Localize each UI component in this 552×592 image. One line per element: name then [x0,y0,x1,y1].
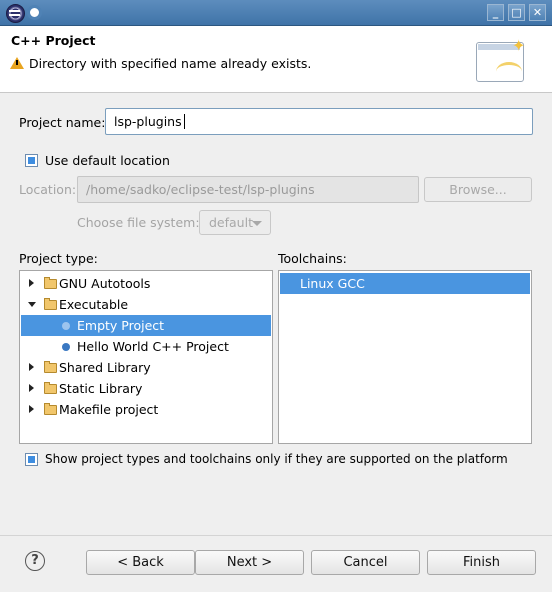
tree-item-hello-world-cpp[interactable]: Hello World C++ Project [21,336,271,357]
warning-icon-mark [16,60,18,65]
chevron-right-icon[interactable] [29,279,34,287]
location-value: /home/sadko/eclipse-test/lsp-plugins [86,182,315,197]
tree-item-label: Static Library [59,381,143,396]
folder-icon [44,403,57,415]
help-icon[interactable]: ? [25,551,45,571]
toolchain-item-linux-gcc[interactable]: Linux GCC [280,273,530,294]
window-titlebar: _ □ ✕ [0,0,552,26]
use-default-location-checkbox[interactable] [25,154,38,167]
project-type-tree[interactable]: GNU Autotools Executable Empty Project H… [19,270,273,444]
footer-divider [0,535,552,536]
toolchains-list[interactable]: Linux GCC [278,270,532,444]
eclipse-icon[interactable] [6,4,25,23]
close-button[interactable]: ✕ [529,4,546,21]
file-system-value: default [209,215,253,230]
tree-item-empty-project[interactable]: Empty Project [21,315,271,336]
tree-item-static-library[interactable]: Static Library [21,378,271,399]
folder-icon [44,382,57,394]
project-name-input[interactable]: lsp-plugins [105,108,533,135]
location-label: Location: [19,182,77,197]
pin-icon[interactable] [27,5,42,20]
tree-item-label: Empty Project [77,318,165,333]
toolchain-item-label: Linux GCC [300,276,365,291]
show-supported-only-checkbox[interactable] [25,453,38,466]
use-default-location-label[interactable]: Use default location [45,153,170,168]
project-template-icon [62,322,70,330]
file-system-select[interactable]: default [199,210,271,235]
chevron-right-icon[interactable] [29,363,34,371]
text-cursor [184,114,185,129]
finish-button[interactable]: Finish [427,550,536,575]
tree-item-executable[interactable]: Executable [21,294,271,315]
chevron-down-icon[interactable] [28,302,36,307]
tree-item-label: GNU Autotools [59,276,151,291]
toolchains-label: Toolchains: [278,251,347,266]
chevron-right-icon[interactable] [29,405,34,413]
next-button[interactable]: Next > [195,550,304,575]
show-supported-only-label[interactable]: Show project types and toolchains only i… [45,452,508,466]
project-type-label: Project type: [19,251,98,266]
chevron-down-icon [252,221,262,226]
tree-item-shared-library[interactable]: Shared Library [21,357,271,378]
back-button[interactable]: < Back [86,550,195,575]
folder-icon [44,277,57,289]
project-name-label: Project name: [19,115,106,130]
folder-icon [44,361,57,373]
wizard-banner-icon: ✦ [476,36,526,82]
file-system-label: Choose file system: [77,215,200,230]
chevron-right-icon[interactable] [29,384,34,392]
header-message: Directory with specified name already ex… [29,56,312,71]
minimize-button[interactable]: _ [487,4,504,21]
maximize-button[interactable]: □ [508,4,525,21]
tree-item-gnu-autotools[interactable]: GNU Autotools [21,273,271,294]
tree-item-label: Hello World C++ Project [77,339,229,354]
project-template-icon [62,343,70,351]
tree-item-label: Makefile project [59,402,159,417]
tree-item-label: Executable [59,297,129,312]
cancel-button[interactable]: Cancel [311,550,420,575]
location-input[interactable]: /home/sadko/eclipse-test/lsp-plugins [77,176,419,203]
folder-open-icon [44,298,57,310]
tree-item-label: Shared Library [59,360,151,375]
tree-item-makefile-project[interactable]: Makefile project [21,399,271,420]
browse-button[interactable]: Browse... [424,177,532,202]
wizard-header: C++ Project Directory with specified nam… [0,26,552,93]
project-name-value: lsp-plugins [114,114,182,129]
page-title: C++ Project [11,33,96,48]
